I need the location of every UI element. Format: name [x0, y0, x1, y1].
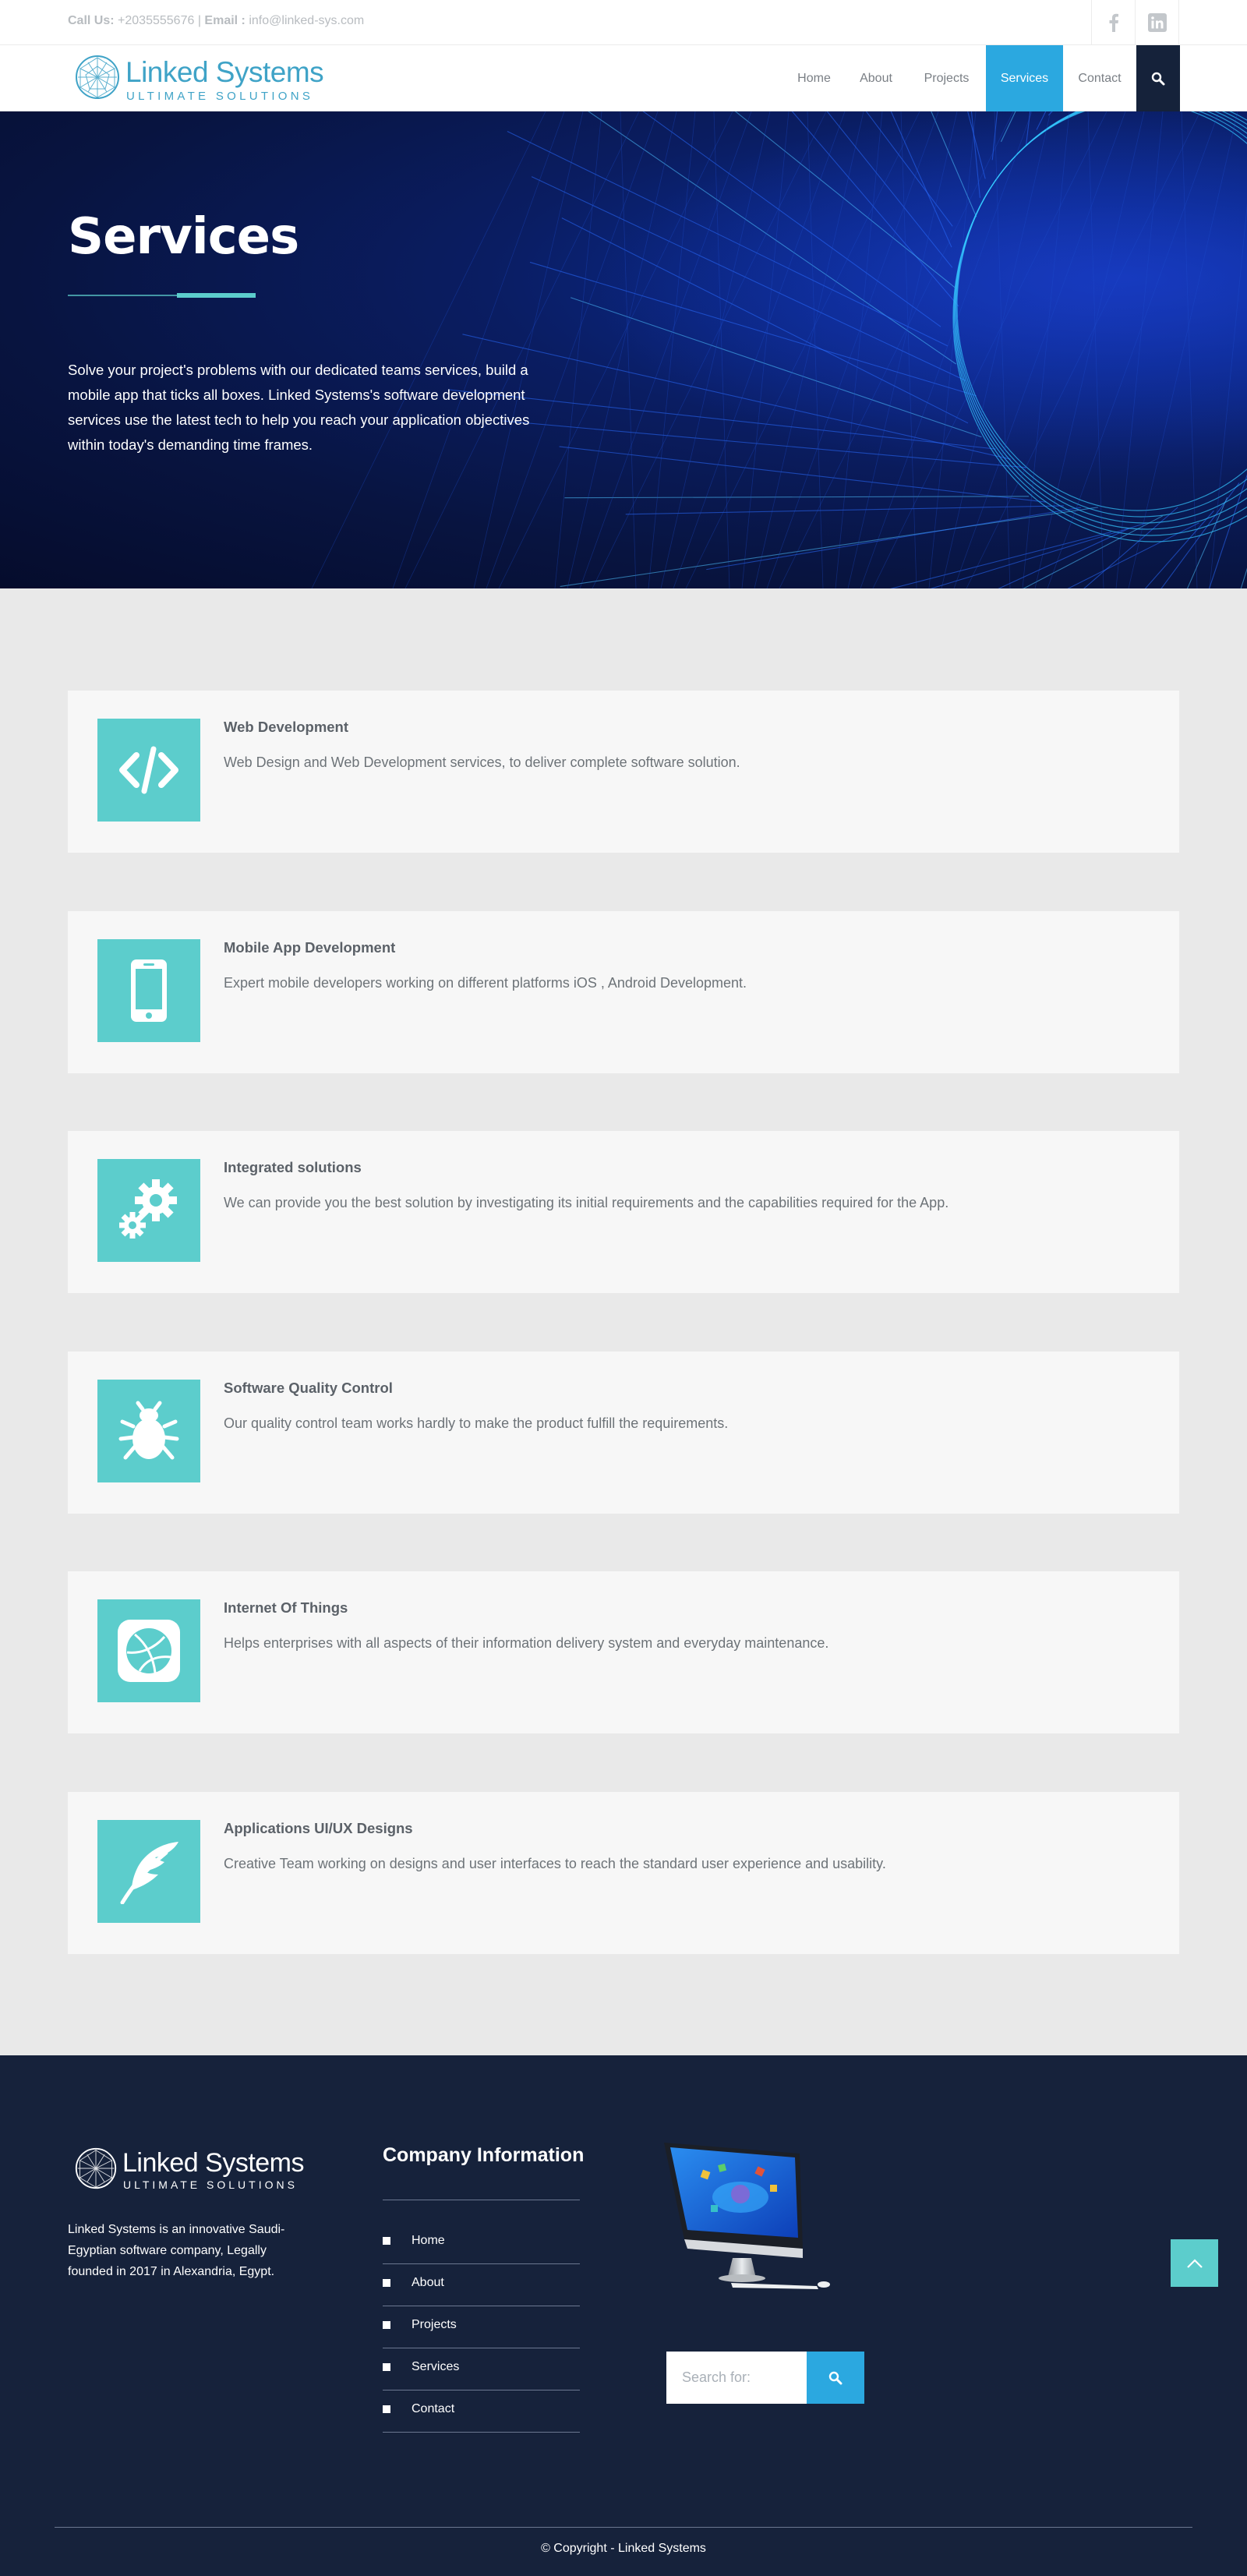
service-description: Creative Team working on designs and use… [224, 1856, 886, 1871]
service-icon-box [97, 1380, 200, 1482]
bullet-icon [383, 2320, 390, 2329]
code-icon [119, 746, 178, 794]
service-card: Web Development Web Design and Web Devel… [68, 691, 1179, 853]
service-card: Software Quality Control Our quality con… [68, 1352, 1179, 1514]
bullet-icon [383, 2278, 390, 2287]
hero-banner: Services Solve your project's problems w… [0, 111, 1247, 588]
nav-contact[interactable]: Contact [1063, 45, 1136, 111]
scroll-to-top-button[interactable] [1171, 2239, 1218, 2287]
footer-logo[interactable]: Linked Systems ULTIMATE SOLUTIONS [74, 2145, 305, 2196]
service-card: Integrated solutions We can provide you … [68, 1131, 1179, 1293]
search-icon [828, 2371, 843, 2384]
service-card: Mobile App Development Expert mobile dev… [68, 911, 1179, 1073]
footer-link-label[interactable]: Projects [412, 2318, 457, 2332]
site-logo[interactable]: Linked Systems ULTIMATE SOLUTIONS [74, 53, 324, 104]
bullet-icon [383, 2405, 390, 2413]
gears-icon [119, 1179, 177, 1239]
nav-projects[interactable]: Projects [907, 45, 986, 111]
footer-link-home: Home [383, 2222, 580, 2264]
email-link[interactable]: info@linked-sys.com [249, 14, 364, 27]
dribbble-icon [118, 1620, 180, 1682]
footer-link-label[interactable]: Contact [412, 2402, 454, 2416]
service-card: Applications UI/UX Designs Creative Team… [68, 1792, 1179, 1954]
bug-icon [118, 1401, 179, 1460]
service-description: Expert mobile developers working on diff… [224, 975, 747, 991]
computer-monitor-illustration [664, 2143, 830, 2289]
service-title: Internet Of Things [224, 1599, 348, 1616]
footer-link-projects: Projects [383, 2306, 580, 2348]
nav-home[interactable]: Home [783, 45, 845, 111]
nav-services[interactable]: Services [986, 45, 1063, 111]
footer-divider [55, 2527, 1192, 2528]
footer-link-label[interactable]: About [412, 2276, 444, 2290]
email-label: Email : [204, 14, 246, 27]
footer-link-label[interactable]: Home [412, 2234, 445, 2248]
footer-brand-name: Linked Systems [122, 2148, 305, 2178]
footer-tagline: ULTIMATE SOLUTIONS [123, 2178, 298, 2191]
contact-info: Call Us: +2035555676 | Email : info@link… [68, 14, 364, 28]
linkedin-icon[interactable] [1135, 0, 1179, 45]
site-footer: Linked Systems ULTIMATE SOLUTIONS Linked… [0, 2055, 1247, 2576]
service-title: Integrated solutions [224, 1159, 362, 1175]
header-search-button[interactable] [1136, 45, 1180, 111]
footer-link-services: Services [383, 2348, 580, 2390]
feather-icon [120, 1842, 178, 1904]
bullet-icon [383, 2362, 390, 2371]
hero-title-underline [68, 295, 177, 296]
footer-links: Home About Projects Services Contact [383, 2222, 580, 2433]
footer-search [666, 2352, 864, 2404]
logo-brand-name: Linked Systems [125, 56, 324, 88]
company-info-title: Company Information [383, 2144, 585, 2166]
facebook-icon[interactable] [1091, 0, 1135, 45]
footer-search-input[interactable] [666, 2352, 807, 2404]
service-title: Software Quality Control [224, 1380, 393, 1396]
service-description: Helps enterprises with all aspects of th… [224, 1635, 829, 1651]
service-title: Applications UI/UX Designs [224, 1820, 413, 1836]
hero-title: Services [68, 208, 299, 266]
nav-about[interactable]: About [845, 45, 907, 111]
footer-search-button[interactable] [807, 2352, 864, 2404]
hero-background-graphic [0, 111, 1247, 588]
call-label: Call Us: [68, 14, 115, 27]
chevron-up-icon [1186, 2258, 1203, 2268]
hero-description: Solve your project's problems with our d… [68, 362, 530, 453]
search-icon [1151, 72, 1165, 85]
service-title: Mobile App Development [224, 939, 396, 956]
service-description: Web Design and Web Development services,… [224, 754, 740, 770]
globe-logo-icon [76, 55, 119, 99]
main-nav: Home About Projects Services Contact [783, 45, 1136, 111]
hero-title-accent [177, 293, 256, 298]
footer-about-text: Linked Systems is an innovative Saudi-Eg… [68, 2223, 285, 2278]
footer-link-contact: Contact [383, 2390, 580, 2433]
copyright-text: © Copyright - Linked Systems [541, 2542, 706, 2555]
service-icon-box [97, 1159, 200, 1262]
service-icon-box [97, 1820, 200, 1923]
main-header: Linked Systems ULTIMATE SOLUTIONS Home A… [0, 45, 1247, 111]
top-bar: Call Us: +2035555676 | Email : info@link… [0, 0, 1247, 45]
bullet-icon [383, 2236, 390, 2245]
logo-tagline: ULTIMATE SOLUTIONS [126, 90, 314, 103]
service-description: Our quality control team works hardly to… [224, 1415, 729, 1431]
phone-number[interactable]: +2035555676 [118, 14, 194, 27]
service-icon-box [97, 1599, 200, 1702]
service-card: Internet Of Things Helps enterprises wit… [68, 1571, 1179, 1733]
service-icon-box [97, 719, 200, 822]
service-description: We can provide you the best solution by … [224, 1195, 949, 1210]
footer-link-about: About [383, 2264, 580, 2306]
service-title: Web Development [224, 719, 349, 735]
globe-logo-icon [75, 2147, 117, 2189]
mobile-phone-icon [131, 959, 167, 1022]
service-icon-box [97, 939, 200, 1042]
contact-separator: | [197, 14, 201, 27]
footer-link-label[interactable]: Services [412, 2360, 459, 2374]
